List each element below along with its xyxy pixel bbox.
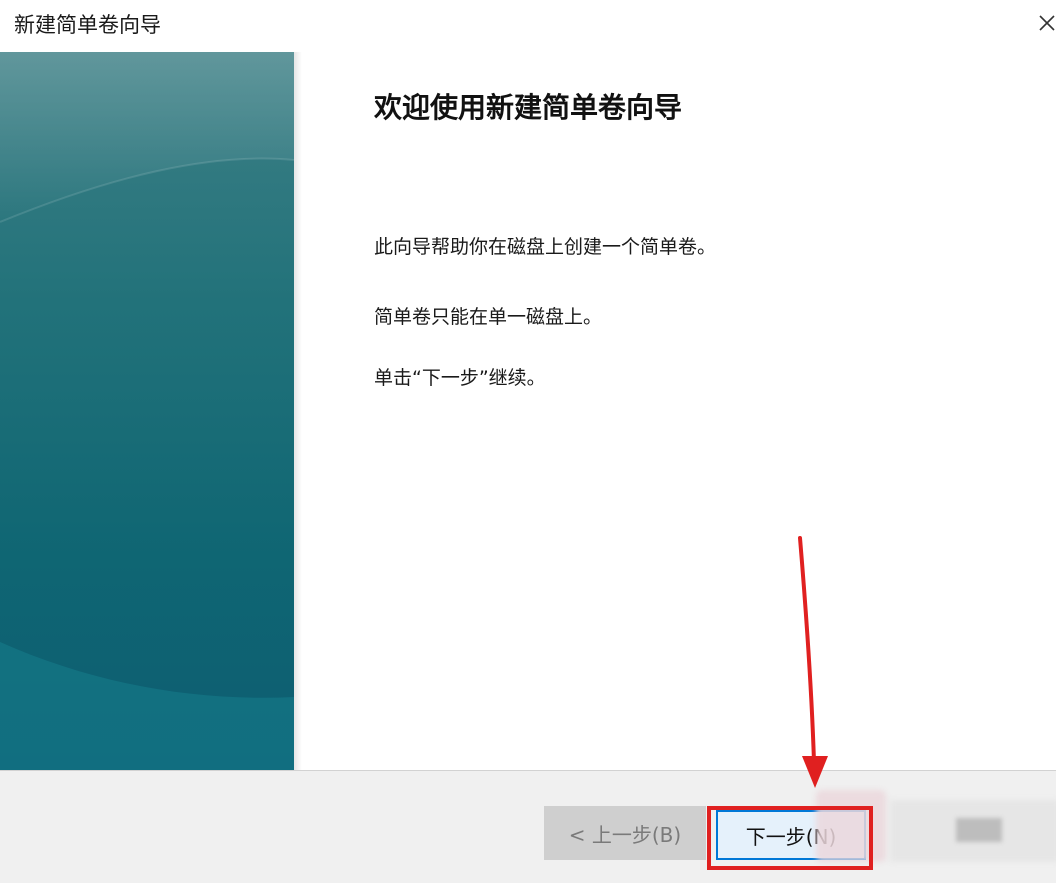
back-button[interactable]: < 上一步(B) [544,806,706,860]
title-bar: 新建简单卷向导 [0,0,1056,52]
description-line-3: 单击“下一步”继续。 [374,367,546,389]
annotation-arrow-icon [798,536,828,788]
wizard-side-banner [0,52,294,770]
blurred-region [816,790,886,862]
close-button[interactable] [1030,6,1056,40]
window-title: 新建简单卷向导 [14,13,161,37]
description-line-2: 简单卷只能在单一磁盘上。 [374,306,603,328]
page-heading: 欢迎使用新建简单卷向导 [374,91,683,124]
close-icon [1039,15,1055,31]
banner-wave-graphic [0,52,294,770]
blurred-button-remnant [956,818,1002,842]
banner-shadow [294,52,302,770]
description-line-1: 此向导帮助你在磁盘上创建一个简单卷。 [374,236,717,258]
